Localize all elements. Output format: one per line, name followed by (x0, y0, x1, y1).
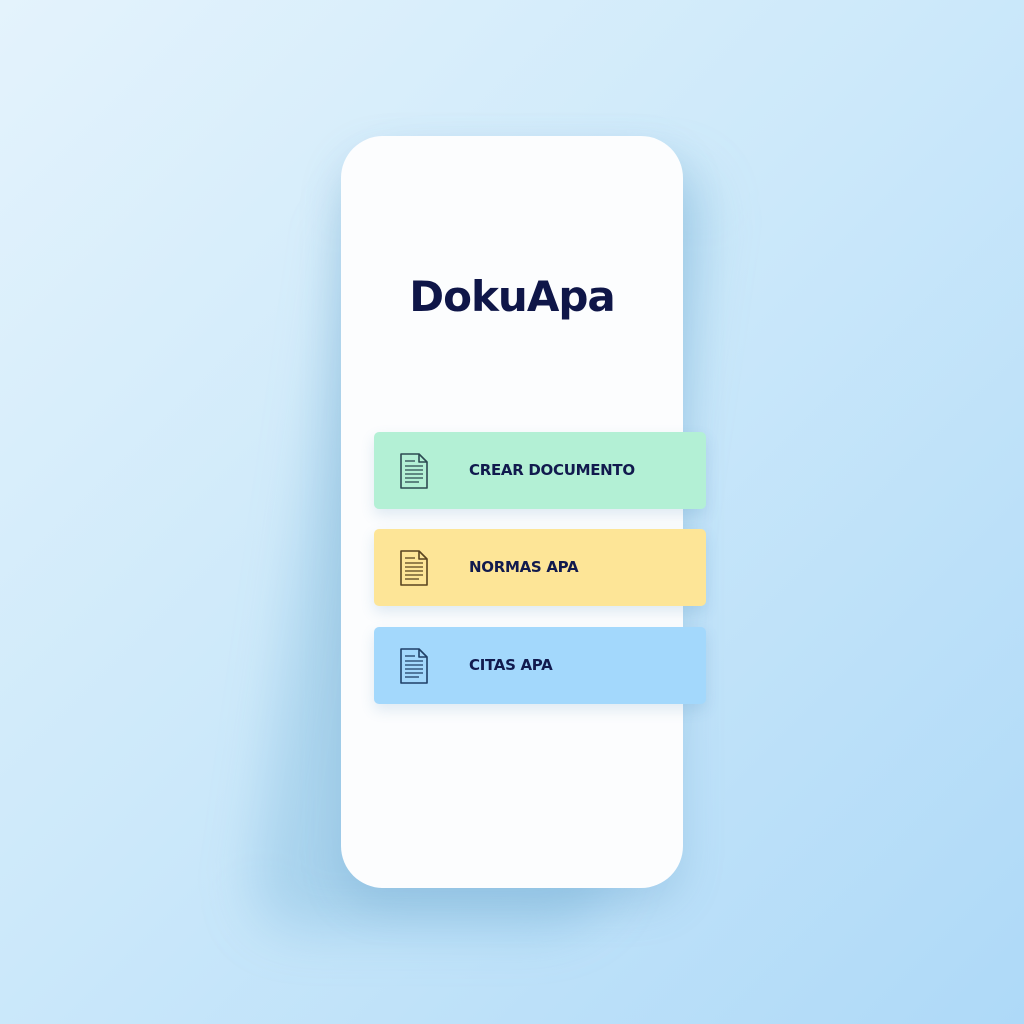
apa-norms-button[interactable]: NORMAS APA (374, 529, 706, 606)
apa-norms-label: NORMAS APA (469, 558, 579, 576)
phone-screen (341, 136, 683, 888)
app-title: DokuApa (409, 272, 615, 321)
document-icon (400, 453, 428, 489)
apa-citations-label: CITAS APA (469, 656, 553, 674)
apa-citations-button[interactable]: CITAS APA (374, 627, 706, 704)
create-document-label: CREAR DOCUMENTO (469, 461, 635, 479)
create-document-button[interactable]: CREAR DOCUMENTO (374, 432, 706, 509)
document-icon (400, 648, 428, 684)
document-icon (400, 550, 428, 586)
